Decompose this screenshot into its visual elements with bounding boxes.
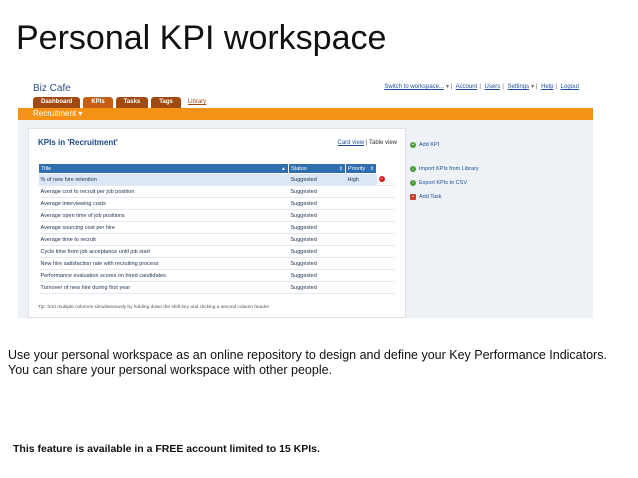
app-header: Biz Cafe Switch to workspace... ▾ | Accou… xyxy=(18,78,593,108)
import-kpis-link[interactable]: ↓ Import KPIs from Library xyxy=(410,162,580,176)
column-header-priority[interactable]: Priority ⇕ xyxy=(345,163,377,174)
import-icon: ↓ xyxy=(410,166,416,172)
chevron-down-icon: ▾ | xyxy=(446,84,453,90)
tab-tags[interactable]: Tags xyxy=(151,97,181,108)
add-kpi-link[interactable]: + Add KPI xyxy=(410,138,580,152)
action-sidebar: + Add KPI ↓ Import KPIs from Library ↑ Expo… xyxy=(410,138,580,204)
sort-icon: ▲ xyxy=(281,165,286,172)
table-row[interactable]: New hire satisfaction rate with recruiti… xyxy=(38,257,395,270)
brand-logo: Biz Cafe xyxy=(33,83,71,94)
slide-title: Personal KPI workspace xyxy=(16,19,387,57)
table-row[interactable]: Performance evaluation scores on hired c… xyxy=(38,269,395,282)
free-account-note: This feature is available in a FREE acco… xyxy=(13,443,320,455)
kpi-table: Title ▲ Status ⇕ Priority ⇕ % of new hire r… xyxy=(38,163,395,294)
account-link[interactable]: Account xyxy=(456,84,478,90)
table-row[interactable]: Turnover of new hire during first year Su… xyxy=(38,281,395,294)
kpi-panel: KPIs in 'Recruitment' Card view | Table … xyxy=(28,128,406,318)
chevron-down-icon: ▾ | xyxy=(531,84,538,90)
switch-workspace-link[interactable]: Switch to workspace... xyxy=(384,84,444,90)
workspace-bar: Recruitment ▾ xyxy=(18,108,593,120)
top-nav: Switch to workspace... ▾ | Account | Users… xyxy=(384,84,579,90)
chevron-down-icon: ▾ xyxy=(78,109,83,118)
plus-icon: + xyxy=(410,142,416,148)
tab-library[interactable]: Library xyxy=(184,97,210,108)
table-row[interactable]: Average open time of job positions Sugges… xyxy=(38,209,395,222)
sort-icon: ⇕ xyxy=(369,165,374,172)
table-row[interactable]: Average cost to recruit per job position… xyxy=(38,185,395,198)
tab-dashboard[interactable]: Dashboard xyxy=(33,97,81,108)
tab-tasks[interactable]: Tasks xyxy=(115,97,149,108)
settings-link[interactable]: Settings xyxy=(507,84,529,90)
table-row[interactable]: Cycle time from job acceptance until job… xyxy=(38,245,395,258)
sort-icon: ⇕ xyxy=(338,165,343,172)
calendar-icon: ▪ xyxy=(410,194,416,200)
slide-description: Use your personal workspace as an online… xyxy=(8,348,607,377)
help-link[interactable]: Help xyxy=(541,84,553,90)
export-kpis-link[interactable]: ↑ Export KPIs to CSV xyxy=(410,176,580,190)
workspace-selector[interactable]: Recruitment ▾ xyxy=(33,109,82,119)
view-switcher: Card view | Table view xyxy=(337,140,398,146)
table-row[interactable]: Average sourcing cost per hire Suggested xyxy=(38,221,395,234)
table-row[interactable]: % of new hire retention Suggested High – xyxy=(38,173,395,186)
main-tabs: Dashboard KPIs Tasks Tags Library xyxy=(33,97,210,108)
export-icon: ↑ xyxy=(410,180,416,186)
tab-kpis[interactable]: KPIs xyxy=(83,97,113,108)
logout-link[interactable]: Logout xyxy=(561,84,579,90)
sort-tip: Tip: Sort multiple columns simultaneousl… xyxy=(38,305,270,310)
column-header-status[interactable]: Status ⇕ xyxy=(288,163,346,174)
add-task-link[interactable]: ▪ Add Task xyxy=(410,190,580,204)
table-row[interactable]: Average interviewing costs Suggested xyxy=(38,197,395,210)
kpi-panel-title: KPIs in 'Recruitment' xyxy=(38,138,118,147)
table-row[interactable]: Average time to recruit Suggested xyxy=(38,233,395,246)
card-view-link[interactable]: Card view xyxy=(338,140,365,146)
table-view-link[interactable]: Table view xyxy=(369,140,397,146)
column-header-title[interactable]: Title ▲ xyxy=(38,163,289,174)
delete-icon[interactable]: – xyxy=(378,176,385,183)
app-screenshot: Biz Cafe Switch to workspace... ▾ | Accou… xyxy=(18,78,593,318)
users-link[interactable]: Users xyxy=(485,84,501,90)
